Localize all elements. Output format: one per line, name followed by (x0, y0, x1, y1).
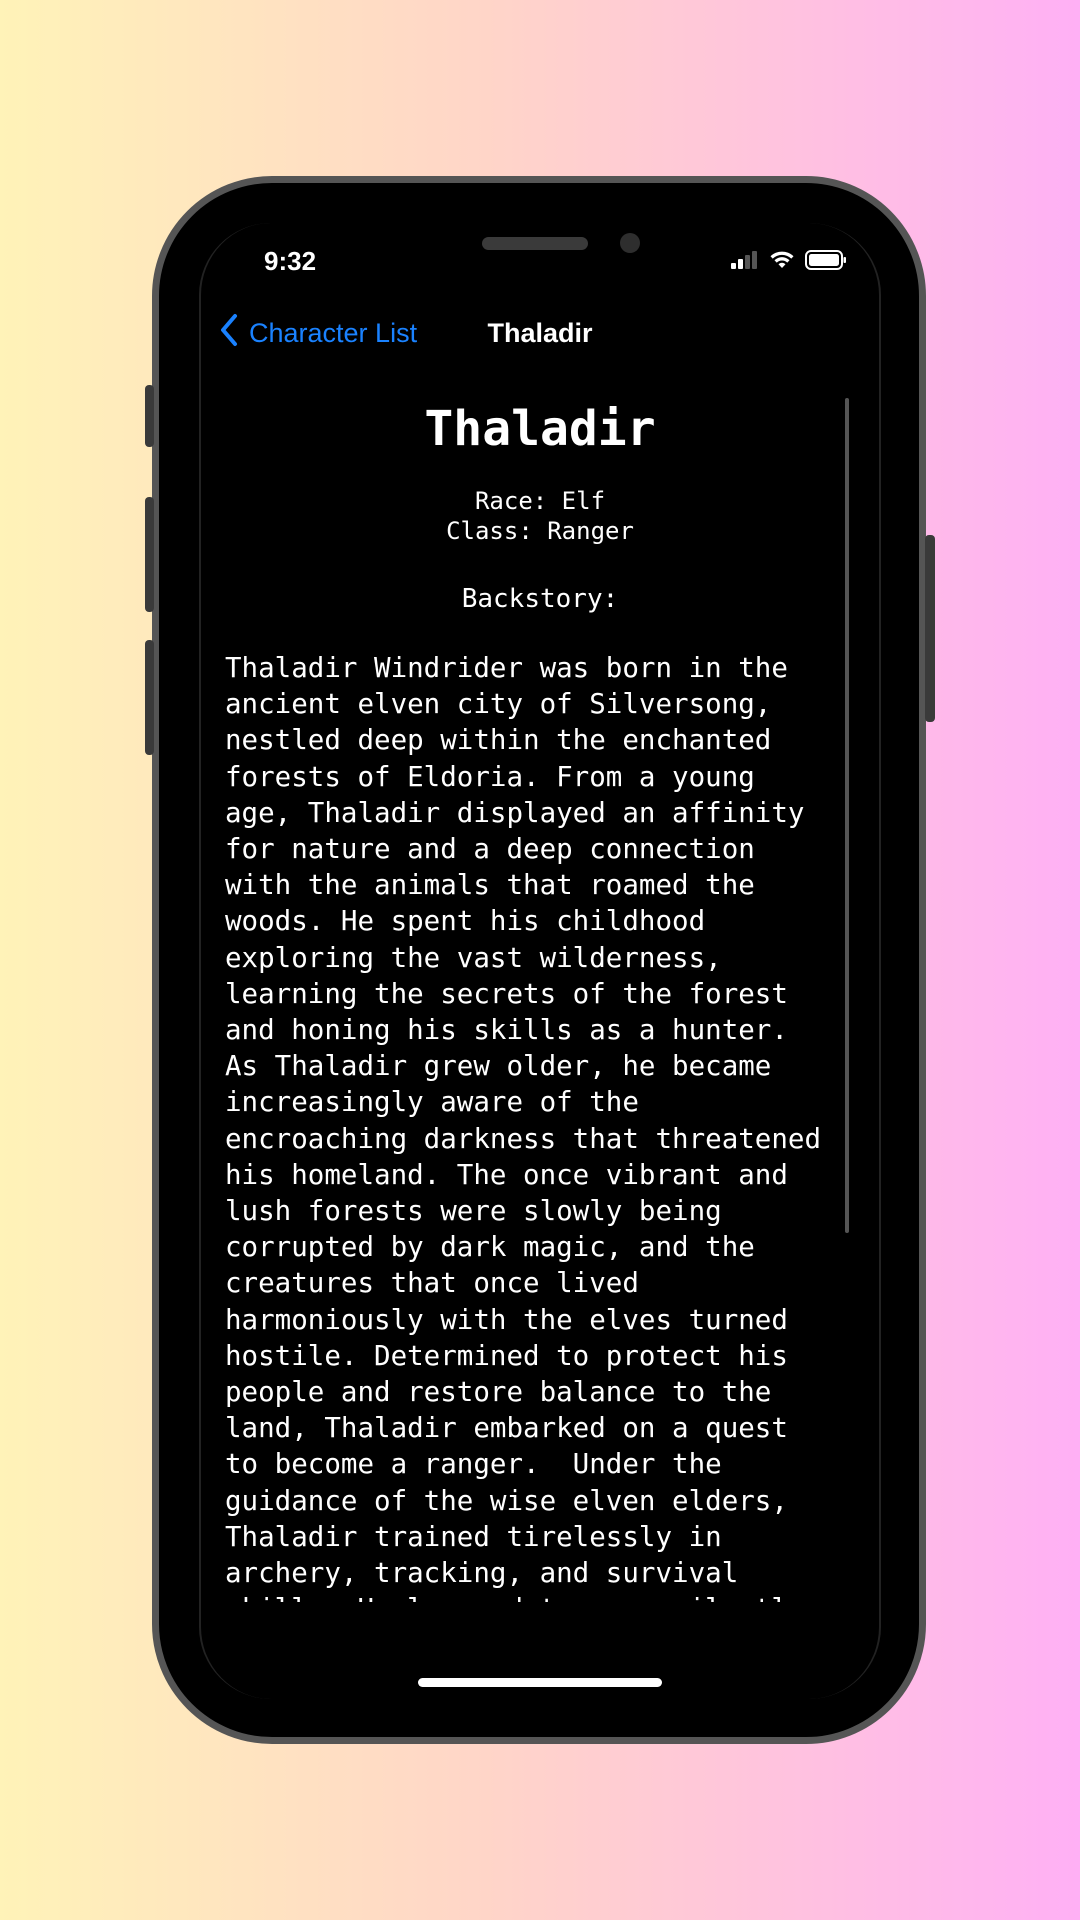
mute-switch (145, 385, 154, 447)
cellular-signal-icon (731, 251, 759, 274)
back-button[interactable]: Character List (219, 310, 417, 356)
character-name: Thaladir (424, 401, 656, 457)
speaker-grille (482, 237, 588, 250)
backstory-heading: Backstory: (461, 584, 619, 614)
wifi-icon (769, 250, 795, 275)
class-label: Class: Ranger (446, 517, 634, 545)
navigation-bar: Thaladir Character List (199, 310, 881, 360)
scrollbar[interactable] (845, 398, 849, 1233)
character-detail-scroll[interactable]: Thaladir Race: Elf Class: Ranger Backsto… (199, 390, 881, 1602)
volume-up-button (145, 497, 154, 612)
home-indicator[interactable] (418, 1678, 662, 1687)
race-label: Race: Elf (474, 487, 606, 515)
chevron-left-icon (219, 313, 239, 354)
status-icons (731, 250, 847, 275)
front-camera (620, 233, 640, 253)
status-time: 9:32 (264, 246, 317, 276)
volume-down-button (145, 640, 154, 755)
power-button (925, 535, 935, 722)
notch (345, 223, 733, 278)
back-button-label: Character List (249, 317, 418, 348)
character-meta: Race: Elf Class: Ranger (199, 486, 881, 546)
backstory-text: Thaladir Windrider was born in the ancie… (225, 652, 822, 1602)
battery-icon (805, 250, 847, 275)
